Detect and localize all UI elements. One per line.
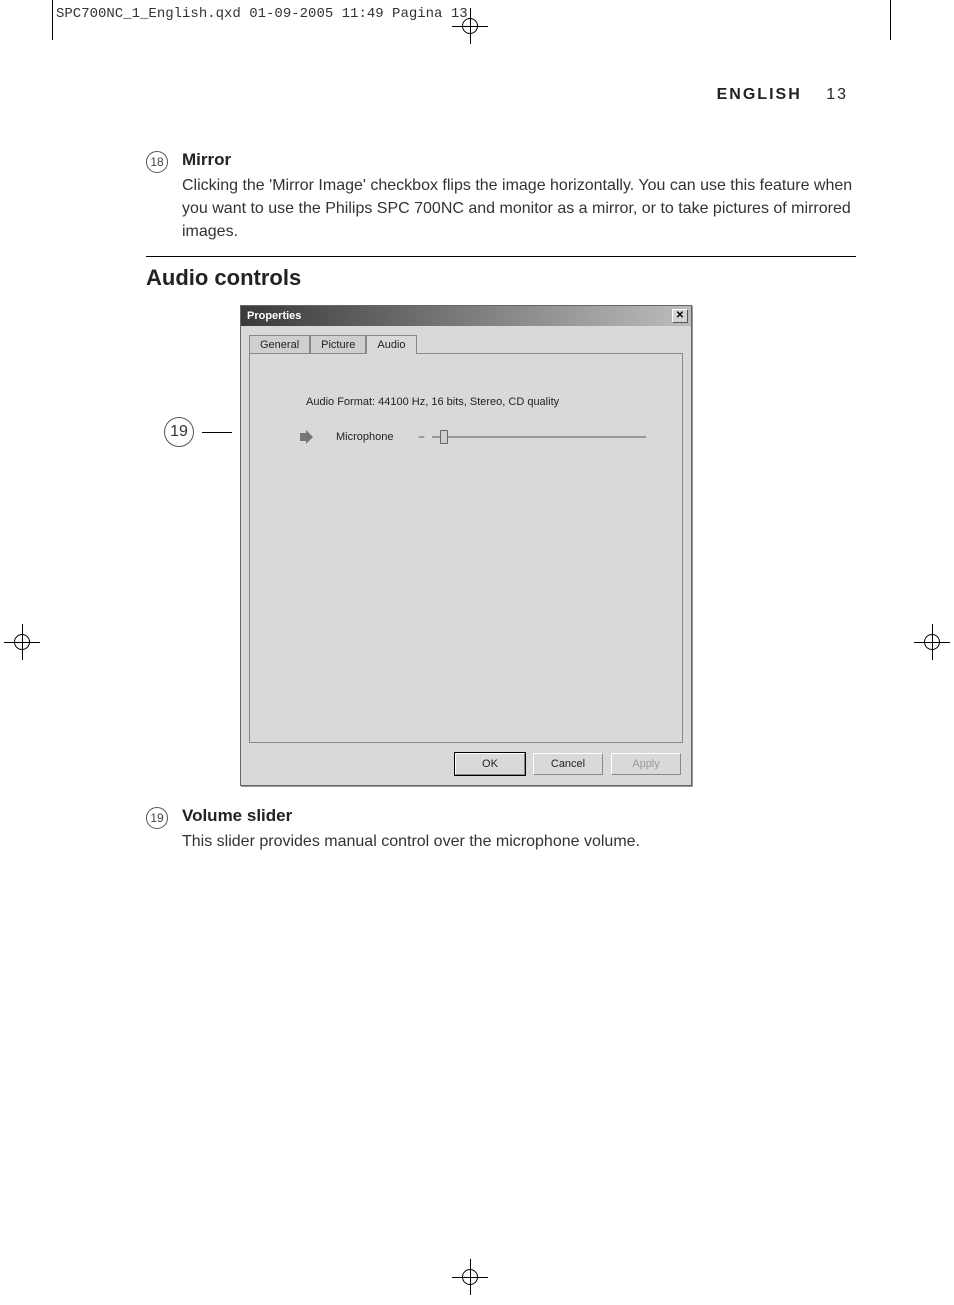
- dialog-titlebar: Properties ✕: [241, 306, 691, 326]
- registration-mark: [4, 624, 40, 660]
- dialog-button-row: OK Cancel Apply: [241, 749, 691, 785]
- language-label: ENGLISH: [717, 86, 802, 103]
- registration-mark: [452, 8, 488, 44]
- page-number: 13: [826, 86, 848, 103]
- crop-mark: [890, 0, 891, 40]
- item-title: Mirror: [182, 150, 856, 170]
- item-marker: 19: [146, 807, 168, 829]
- item-marker: 18: [146, 151, 168, 173]
- item-19: 19 Volume slider This slider provides ma…: [146, 806, 856, 853]
- callout-19: 19: [164, 417, 194, 447]
- slider-minus-icon: −: [418, 430, 425, 444]
- tab-picture[interactable]: Picture: [310, 335, 366, 354]
- callout-line: [202, 432, 232, 433]
- page-header: ENGLISH 13: [717, 86, 848, 104]
- crop-mark: [52, 0, 53, 40]
- source-file-header: SPC700NC_1_English.qxd 01-09-2005 11:49 …: [56, 6, 468, 22]
- dialog-figure: 19 Properties ✕ General Picture Audio Au…: [164, 305, 856, 786]
- ok-button[interactable]: OK: [455, 753, 525, 775]
- speaker-icon: [300, 430, 318, 444]
- apply-button: Apply: [611, 753, 681, 775]
- slider-track: [432, 436, 646, 438]
- microphone-label: Microphone: [336, 431, 414, 443]
- item-description: Clicking the 'Mirror Image' checkbox fli…: [182, 174, 856, 244]
- section-title: Audio controls: [146, 265, 856, 291]
- volume-slider[interactable]: −: [432, 435, 646, 439]
- item-description: This slider provides manual control over…: [182, 830, 640, 853]
- properties-dialog: Properties ✕ General Picture Audio Audio…: [240, 305, 692, 786]
- item-18: 18 Mirror Clicking the 'Mirror Image' ch…: [146, 150, 856, 244]
- registration-mark: [914, 624, 950, 660]
- slider-thumb[interactable]: [440, 430, 448, 444]
- microphone-row: Microphone −: [300, 430, 666, 444]
- tab-audio[interactable]: Audio: [366, 335, 416, 354]
- tab-strip: General Picture Audio: [241, 326, 691, 353]
- tab-panel-audio: Audio Format: 44100 Hz, 16 bits, Stereo,…: [249, 353, 683, 743]
- item-title: Volume slider: [182, 806, 640, 826]
- tab-general[interactable]: General: [249, 335, 310, 354]
- separator: [146, 256, 856, 257]
- registration-mark: [452, 1259, 488, 1295]
- cancel-button[interactable]: Cancel: [533, 753, 603, 775]
- dialog-title: Properties: [247, 310, 301, 322]
- close-button[interactable]: ✕: [672, 309, 688, 323]
- audio-format-label: Audio Format: 44100 Hz, 16 bits, Stereo,…: [306, 396, 666, 408]
- close-icon: ✕: [676, 311, 684, 321]
